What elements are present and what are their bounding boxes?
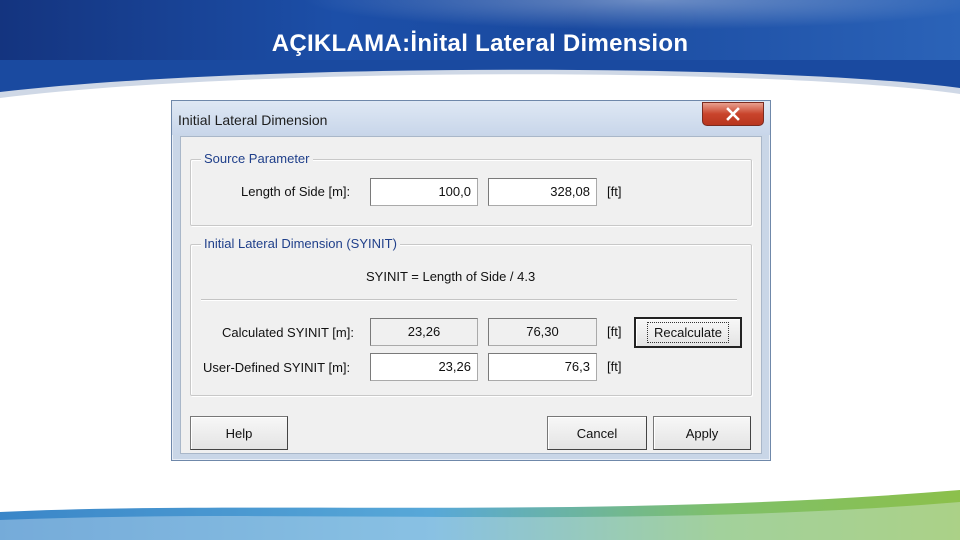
source-parameter-legend: Source Parameter <box>201 151 313 166</box>
syinit-formula: SYINIT = Length of Side / 4.3 <box>366 269 536 284</box>
syinit-legend: Initial Lateral Dimension (SYINIT) <box>201 236 400 251</box>
dialog-title: Initial Lateral Dimension <box>178 112 328 128</box>
user-defined-ft-unit: [ft] <box>607 359 622 374</box>
calculated-syinit-label: Calculated SYINIT [m]: <box>222 325 354 340</box>
slide-title: AÇIKLAMA:İnital Lateral Dimension <box>271 30 689 57</box>
close-button[interactable] <box>702 102 764 126</box>
calculated-syinit-m-value: 23,26 <box>370 318 478 346</box>
close-icon <box>726 107 740 121</box>
user-defined-syinit-m-input[interactable]: 23,26 <box>370 353 478 381</box>
recalculate-button[interactable]: Recalculate <box>634 317 742 348</box>
help-button[interactable]: Help <box>190 416 288 450</box>
user-defined-syinit-label: User-Defined SYINIT [m]: <box>203 360 351 375</box>
length-of-side-m-input[interactable]: 100,0 <box>370 178 478 206</box>
apply-button[interactable]: Apply <box>653 416 751 450</box>
header-swoosh <box>300 0 960 30</box>
calculated-ft-unit: [ft] <box>607 324 622 339</box>
header-curve <box>0 60 960 98</box>
slide-header: AÇIKLAMA:İnital Lateral Dimension <box>0 0 960 64</box>
length-of-side-ft-input[interactable]: 328,08 <box>488 178 597 206</box>
dialog-client-area: Source Parameter Length of Side [m]: 100… <box>180 136 762 454</box>
cancel-button[interactable]: Cancel <box>547 416 647 450</box>
syinit-divider <box>201 299 737 301</box>
length-of-side-label: Length of Side [m]: <box>241 184 351 199</box>
dialog-titlebar[interactable]: Initial Lateral Dimension <box>172 101 770 135</box>
initial-lateral-dimension-dialog: Initial Lateral Dimension Source Paramet… <box>171 100 771 461</box>
calculated-syinit-ft-value: 76,30 <box>488 318 597 346</box>
user-defined-syinit-ft-input[interactable]: 76,3 <box>488 353 597 381</box>
length-ft-unit: [ft] <box>607 184 622 199</box>
recalculate-label: Recalculate <box>647 322 729 343</box>
footer-wave <box>0 490 960 540</box>
